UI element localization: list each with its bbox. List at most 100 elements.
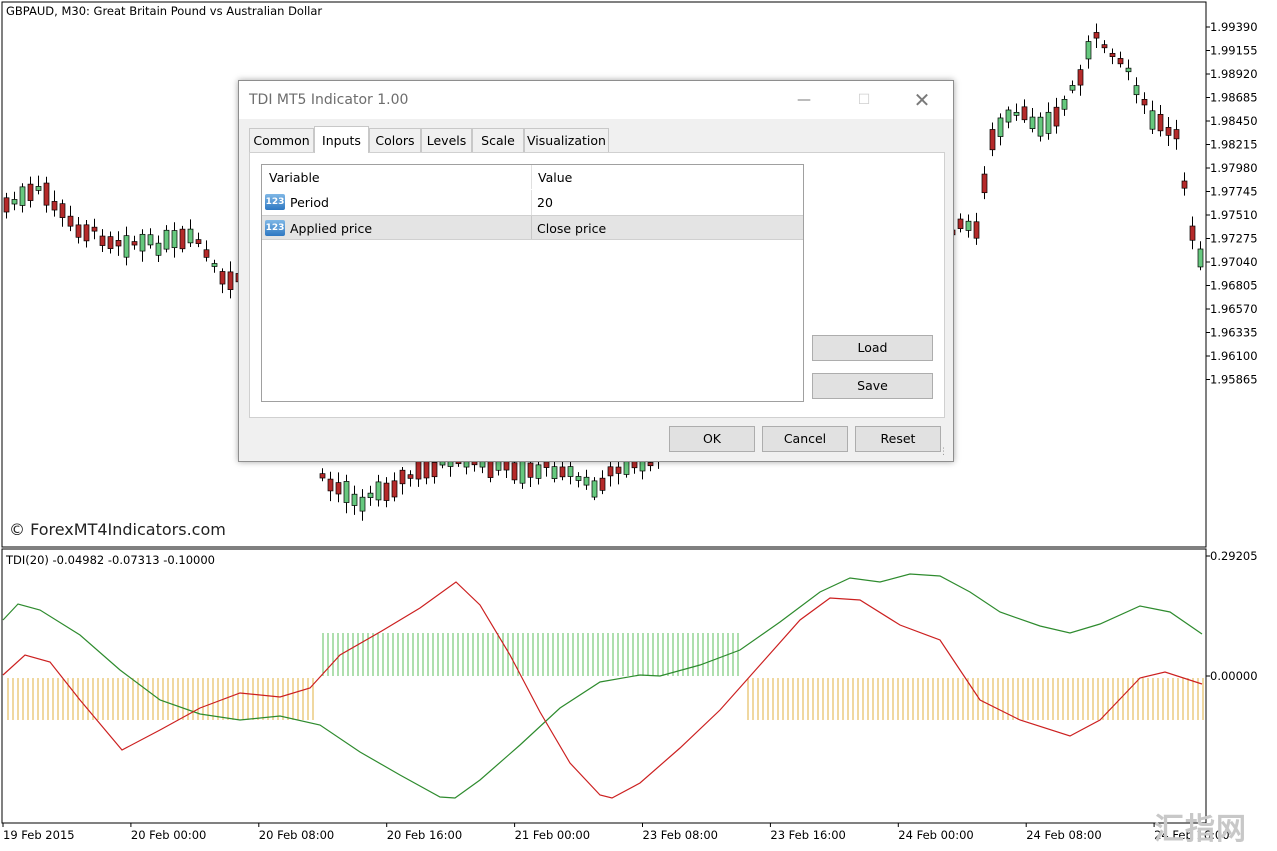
cancel-button[interactable]: Cancel — [762, 426, 848, 452]
candle-body — [351, 493, 358, 506]
candle-body — [1125, 67, 1132, 73]
time-label: 23 Feb 16:00 — [770, 828, 845, 842]
time-label: 23 Feb 08:00 — [643, 828, 718, 842]
candle-body — [511, 462, 518, 481]
time-label: 21 Feb 00:00 — [515, 828, 590, 842]
watermark: © ForexMT4Indicators.com — [9, 520, 226, 539]
candle-body — [567, 466, 574, 477]
candle-body — [965, 220, 972, 231]
price-label: 1.98215 — [1210, 138, 1258, 152]
candle-body — [591, 480, 598, 498]
close-icon[interactable]: ✕ — [899, 81, 945, 119]
candle-body — [107, 236, 114, 249]
candle-body — [75, 224, 82, 238]
candle-body — [973, 221, 980, 239]
price-label: 1.99390 — [1210, 20, 1258, 34]
grid-row-period[interactable]: 123 Period 20 — [262, 190, 803, 215]
tab-visualization[interactable]: Visualization — [524, 128, 609, 152]
price-label: 1.96805 — [1210, 279, 1258, 293]
price-label: 1.97745 — [1210, 185, 1258, 199]
row-divider — [531, 190, 532, 215]
candle-body — [99, 235, 106, 246]
candle-body — [1053, 106, 1060, 127]
candle-body — [139, 233, 146, 252]
candle-body — [1189, 225, 1196, 241]
candle-body — [989, 129, 996, 151]
candle-body — [981, 173, 988, 194]
candle-body — [187, 228, 194, 244]
tab-levels[interactable]: Levels — [421, 128, 472, 152]
candle-body — [599, 477, 606, 491]
candle-body — [367, 492, 374, 499]
candle-body — [359, 496, 366, 512]
minimize-icon[interactable]: — — [781, 81, 827, 119]
candle-body — [1085, 41, 1092, 60]
price-label: 1.98920 — [1210, 67, 1258, 81]
candle-body — [1157, 113, 1164, 132]
candle-body — [535, 464, 542, 479]
grid-row-applied-price[interactable]: 123 Applied price Close price — [262, 215, 803, 240]
load-button[interactable]: Load — [812, 335, 933, 361]
candle-body — [1133, 85, 1140, 96]
resize-grip-icon[interactable]: ⋮ — [939, 447, 949, 457]
save-button[interactable]: Save — [812, 373, 933, 399]
dialog-title: TDI MT5 Indicator 1.00 — [249, 92, 409, 108]
candle-body — [19, 186, 26, 206]
row-divider — [531, 216, 532, 239]
candle-body — [407, 474, 414, 479]
tab-colors[interactable]: Colors — [369, 128, 421, 152]
candle-body — [1101, 44, 1108, 49]
indicator-label: TDI(20) -0.04982 -0.07313 -0.10000 — [6, 553, 215, 567]
candle-body — [1037, 116, 1044, 137]
candle-body — [583, 476, 590, 486]
corner-brand-logo: 汇指网 — [1154, 812, 1247, 847]
time-label: 20 Feb 00:00 — [131, 828, 206, 842]
price-axis: 1.99390 1.99155 1.98920 1.98685 1.98450 1.982… — [1206, 20, 1258, 387]
indicator-scale-label: 0.29205 — [1210, 549, 1258, 563]
candle-body — [131, 241, 138, 246]
price-label: 1.98685 — [1210, 91, 1258, 105]
candle-body — [519, 460, 526, 484]
price-label: 1.96570 — [1210, 302, 1258, 316]
integer-param-icon: 123 — [265, 194, 285, 210]
candle-body — [35, 186, 42, 191]
candle-body — [51, 201, 58, 211]
candle-body — [1069, 85, 1076, 91]
candle-body — [559, 466, 566, 478]
row-value[interactable]: Close price — [537, 216, 606, 241]
candle-body — [1165, 127, 1172, 136]
candle-body — [575, 476, 582, 481]
inputs-grid[interactable]: Variable Value 123 Period 20 123 Applied… — [261, 164, 804, 402]
candle-body — [1029, 116, 1036, 129]
candle-body — [67, 215, 74, 227]
candle-body — [43, 182, 50, 206]
candle-body — [551, 466, 558, 479]
grid-header-variable[interactable]: Variable — [269, 165, 320, 189]
row-value[interactable]: 20 — [537, 190, 553, 215]
row-variable: Applied price — [290, 221, 373, 236]
candle-body — [607, 466, 614, 477]
tab-common[interactable]: Common — [249, 128, 314, 152]
candle-body — [615, 466, 622, 474]
maximize-icon[interactable]: ☐ — [841, 81, 887, 119]
price-label: 1.99155 — [1210, 44, 1258, 58]
price-label: 1.97510 — [1210, 208, 1258, 222]
grid-header-value[interactable]: Value — [538, 165, 572, 189]
candle-body — [383, 482, 390, 501]
tab-inputs[interactable]: Inputs — [314, 126, 369, 153]
integer-param-icon: 123 — [265, 220, 285, 236]
candle-body — [59, 203, 66, 218]
indicator-axis: 0.29205 0.00000 — [1206, 549, 1258, 683]
candle-body — [27, 183, 34, 201]
candle-body — [527, 462, 534, 478]
dialog-titlebar[interactable]: TDI MT5 Indicator 1.00 — ☐ ✕ — [239, 81, 953, 119]
reset-button[interactable]: Reset — [855, 426, 941, 452]
ok-button[interactable]: OK — [669, 426, 755, 452]
grid-header-divider — [531, 165, 532, 189]
candle-body — [647, 462, 654, 467]
candle-body — [171, 230, 178, 249]
candle-body — [115, 240, 122, 247]
candle-body — [219, 271, 226, 285]
candle-body — [163, 229, 170, 250]
tab-scale[interactable]: Scale — [472, 128, 524, 152]
